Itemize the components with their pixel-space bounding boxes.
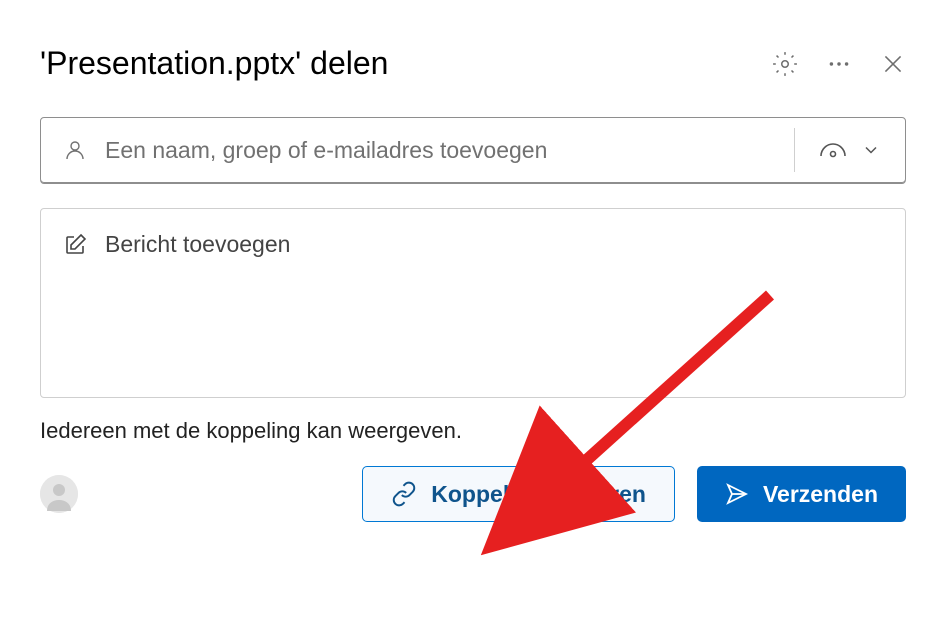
person-icon	[63, 138, 87, 162]
send-icon	[725, 482, 749, 506]
close-icon	[880, 51, 906, 77]
eye-icon	[819, 140, 847, 160]
message-row	[63, 231, 883, 258]
dialog-header: 'Presentation.pptx' delen	[40, 45, 906, 82]
link-info-text: Iedereen met de koppeling kan weergeven.	[40, 418, 906, 444]
user-avatar[interactable]	[40, 475, 78, 513]
send-label: Verzenden	[763, 481, 878, 508]
dots-icon	[826, 51, 852, 77]
footer-actions: Koppeling kopiëren Verzenden	[362, 466, 906, 522]
close-button[interactable]	[880, 51, 906, 77]
settings-button[interactable]	[772, 51, 798, 77]
gear-icon	[772, 51, 798, 77]
message-box[interactable]	[40, 208, 906, 398]
compose-icon	[63, 233, 87, 257]
recipient-input[interactable]	[105, 137, 772, 164]
dialog-footer: Koppeling kopiëren Verzenden	[40, 466, 906, 522]
message-input[interactable]	[105, 231, 883, 258]
recipient-field[interactable]	[40, 117, 906, 183]
link-icon	[391, 481, 417, 507]
permission-dropdown[interactable]	[794, 128, 905, 172]
recipient-left	[41, 137, 794, 164]
dialog-title: 'Presentation.pptx' delen	[40, 45, 388, 82]
more-button[interactable]	[826, 51, 852, 77]
header-actions	[772, 51, 906, 77]
copy-link-label: Koppeling kopiëren	[431, 481, 646, 508]
copy-link-button[interactable]: Koppeling kopiëren	[362, 466, 675, 522]
send-button[interactable]: Verzenden	[697, 466, 906, 522]
avatar-placeholder-icon	[40, 475, 78, 513]
chevron-down-icon	[861, 140, 881, 160]
